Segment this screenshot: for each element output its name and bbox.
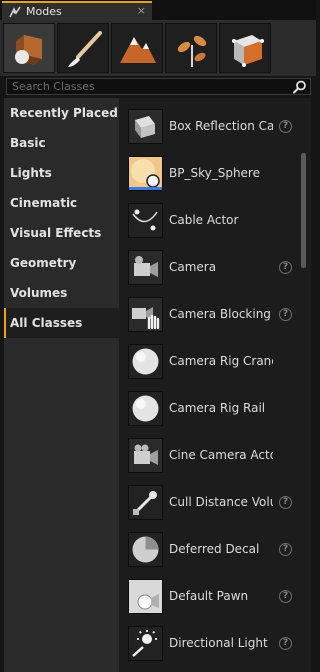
list-item[interactable]: Camera Rig Rail	[119, 385, 299, 432]
landscape-mode-icon	[120, 37, 156, 63]
item-label: Cine Camera Actor	[169, 448, 273, 462]
geometry-mode-icon	[232, 35, 264, 67]
modes-icon	[9, 6, 21, 17]
mode-toolbar	[0, 20, 316, 76]
help-icon[interactable]: ?	[279, 120, 292, 133]
item-label: Default Pawn	[169, 589, 249, 603]
category-all-classes[interactable]: All Classes	[4, 308, 119, 338]
item-label: Cull Distance Volume	[169, 495, 273, 509]
list-item[interactable]: Camera Blocking Volume ?	[119, 291, 299, 338]
list-item[interactable]: BP_Sky_Sphere	[119, 150, 299, 197]
list-item[interactable]: Default Pawn ?	[119, 573, 299, 620]
list-item[interactable]: Cull Distance Volume ?	[119, 479, 299, 526]
place-mode-icon	[15, 35, 42, 65]
help-icon[interactable]: ?	[279, 543, 292, 556]
category-geometry[interactable]: Geometry	[4, 248, 119, 278]
item-label: BP_Sky_Sphere	[169, 166, 260, 180]
geometry-mode-button[interactable]	[219, 23, 271, 73]
search-icon[interactable]	[292, 79, 308, 95]
item-label: Camera Rig Rail	[169, 401, 266, 415]
category-volumes[interactable]: Volumes	[4, 278, 119, 308]
cable-actor-icon	[128, 203, 163, 238]
landscape-mode-button[interactable]	[111, 23, 163, 73]
search-box	[6, 78, 311, 95]
directional-light-icon	[128, 626, 163, 661]
sky-sphere-icon	[128, 156, 163, 191]
list-item[interactable]: Deferred Decal ?	[119, 526, 299, 573]
paint-mode-button[interactable]	[57, 23, 109, 73]
default-pawn-icon	[128, 579, 163, 614]
camera-rig-crane-icon	[128, 344, 163, 379]
list-item[interactable]: Camera ?	[119, 244, 299, 291]
list-item[interactable]: Cine Camera Actor	[119, 432, 299, 479]
list-scrollbar[interactable]	[301, 153, 306, 268]
help-icon[interactable]: ?	[279, 496, 292, 509]
item-label: Directional Light	[169, 636, 268, 650]
camera-blocking-volume-icon	[128, 297, 163, 332]
close-icon[interactable]: ×	[137, 4, 146, 17]
tab-modes[interactable]: Modes ×	[2, 1, 152, 20]
help-icon[interactable]: ?	[279, 637, 292, 650]
item-label: Camera Rig Crane	[169, 354, 273, 368]
cull-distance-volume-icon	[128, 485, 163, 520]
box-reflection-capture-icon	[128, 109, 163, 144]
class-list: Box Reflection Capture ? BP_Sky_Sphere C…	[119, 98, 311, 672]
list-item[interactable]: Directional Light ?	[119, 620, 299, 667]
tab-strip: Modes ×	[0, 0, 316, 20]
place-mode-button[interactable]	[3, 23, 55, 73]
foliage-mode-icon	[177, 35, 207, 67]
list-item[interactable]: Cable Actor	[119, 197, 299, 244]
cine-camera-icon	[128, 438, 163, 473]
category-sidebar: Recently Placed Basic Lights Cinematic V…	[4, 98, 119, 672]
category-cinematic[interactable]: Cinematic	[4, 188, 119, 218]
help-icon[interactable]: ?	[279, 261, 292, 274]
item-label: Camera Blocking Volume	[169, 307, 273, 321]
category-recently-placed[interactable]: Recently Placed	[4, 98, 119, 128]
camera-icon	[128, 250, 163, 285]
item-label: Deferred Decal	[169, 542, 260, 556]
category-basic[interactable]: Basic	[4, 128, 119, 158]
category-visual-effects[interactable]: Visual Effects	[4, 218, 119, 248]
help-icon[interactable]: ?	[279, 308, 292, 321]
tab-label: Modes	[26, 5, 62, 18]
paint-mode-icon	[68, 31, 102, 67]
list-item[interactable]: Box Reflection Capture ?	[119, 103, 299, 150]
search-input[interactable]	[7, 80, 292, 93]
category-lights[interactable]: Lights	[4, 158, 119, 188]
item-label: Cable Actor	[169, 213, 239, 227]
camera-rig-rail-icon	[128, 391, 163, 426]
item-label: Camera	[169, 260, 217, 274]
foliage-mode-button[interactable]	[165, 23, 217, 73]
item-label: Box Reflection Capture	[169, 119, 273, 133]
list-item[interactable]: Camera Rig Crane	[119, 338, 299, 385]
help-icon[interactable]: ?	[279, 590, 292, 603]
deferred-decal-icon	[128, 532, 163, 567]
